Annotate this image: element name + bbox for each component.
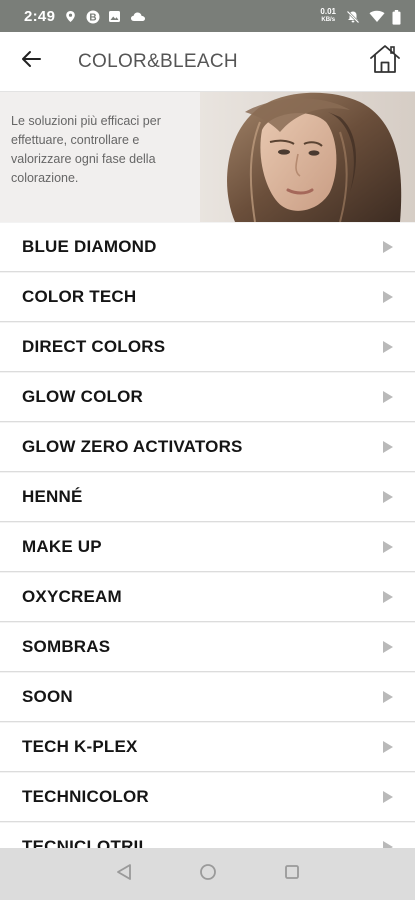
net-speed-unit: KB/s: [321, 17, 336, 23]
chevron-right-icon: [383, 441, 393, 453]
list-item-oxycream[interactable]: OXYCREAM: [0, 572, 415, 622]
list-item-label: COLOR TECH: [22, 287, 137, 306]
chevron-right-icon: [383, 391, 393, 403]
app-bar: COLOR&BLEACH: [0, 32, 415, 92]
list-item-label: BLUE DIAMOND: [22, 237, 157, 256]
list-item-sombras[interactable]: SOMBRAS: [0, 622, 415, 672]
banner-model-photo: [200, 92, 415, 222]
list-item-label: TECH K-PLEX: [22, 737, 138, 756]
list-item-soon[interactable]: SOON: [0, 672, 415, 722]
list-item-make-up[interactable]: MAKE UP: [0, 522, 415, 572]
cloud-icon: [130, 10, 146, 23]
mute-icon: [346, 10, 360, 23]
chevron-right-icon: [383, 291, 393, 303]
list-item-direct-colors[interactable]: DIRECT COLORS: [0, 322, 415, 372]
list-item-tech-k-plex[interactable]: TECH K-PLEX: [0, 722, 415, 772]
chevron-right-icon: [383, 241, 393, 253]
home-button[interactable]: [355, 32, 415, 92]
status-bar: 2:49 B 0.01 KB/s: [0, 0, 415, 32]
nav-recents-icon: [284, 864, 300, 885]
chevron-right-icon: [383, 691, 393, 703]
banner-description: Le soluzioni più efficaci per effettuare…: [11, 114, 161, 185]
list-item-label: GLOW ZERO ACTIVATORS: [22, 437, 243, 456]
list-item-label: HENNÉ: [22, 487, 83, 506]
system-nav-bar: [0, 848, 415, 900]
list-item-label: OXYCREAM: [22, 587, 122, 606]
location-icon: [64, 10, 77, 23]
page-title: COLOR&BLEACH: [78, 50, 238, 72]
wifi-icon: [369, 10, 385, 23]
chevron-right-icon: [383, 791, 393, 803]
chevron-right-icon: [383, 741, 393, 753]
category-list: BLUE DIAMOND COLOR TECH DIRECT COLORS GL…: [0, 222, 415, 872]
list-item-label: SOMBRAS: [22, 637, 111, 656]
status-time: 2:49: [24, 7, 56, 25]
list-item-label: SOON: [22, 687, 73, 706]
nav-back-button[interactable]: [113, 863, 135, 885]
list-item-color-tech[interactable]: COLOR TECH: [0, 272, 415, 322]
chevron-right-icon: [383, 591, 393, 603]
nav-home-button[interactable]: [197, 863, 219, 885]
home-icon: [368, 44, 402, 79]
list-item-glow-color[interactable]: GLOW COLOR: [0, 372, 415, 422]
chevron-right-icon: [383, 541, 393, 553]
chevron-right-icon: [383, 491, 393, 503]
list-item-glow-zero-activators[interactable]: GLOW ZERO ACTIVATORS: [0, 422, 415, 472]
list-item-label: TECHNICOLOR: [22, 787, 149, 806]
svg-text:B: B: [90, 12, 97, 23]
b-badge-icon: B: [86, 10, 100, 23]
nav-recents-button[interactable]: [281, 863, 303, 885]
battery-icon: [392, 9, 401, 25]
arrow-left-icon: [20, 50, 42, 73]
net-speed: 0.01 KB/s: [320, 8, 336, 24]
list-item-blue-diamond[interactable]: BLUE DIAMOND: [0, 222, 415, 272]
net-speed-value: 0.01: [320, 7, 336, 16]
back-button[interactable]: [0, 32, 62, 92]
list-item-label: DIRECT COLORS: [22, 337, 166, 356]
list-item-label: MAKE UP: [22, 537, 102, 556]
list-item-label: GLOW COLOR: [22, 387, 143, 406]
image-icon: [108, 10, 121, 23]
nav-back-icon: [116, 863, 132, 886]
category-banner: Le soluzioni più efficaci per effettuare…: [0, 92, 415, 222]
list-item-henne[interactable]: HENNÉ: [0, 472, 415, 522]
chevron-right-icon: [383, 641, 393, 653]
list-item-technicolor[interactable]: TECHNICOLOR: [0, 772, 415, 822]
chevron-right-icon: [383, 341, 393, 353]
nav-home-icon: [199, 863, 217, 886]
